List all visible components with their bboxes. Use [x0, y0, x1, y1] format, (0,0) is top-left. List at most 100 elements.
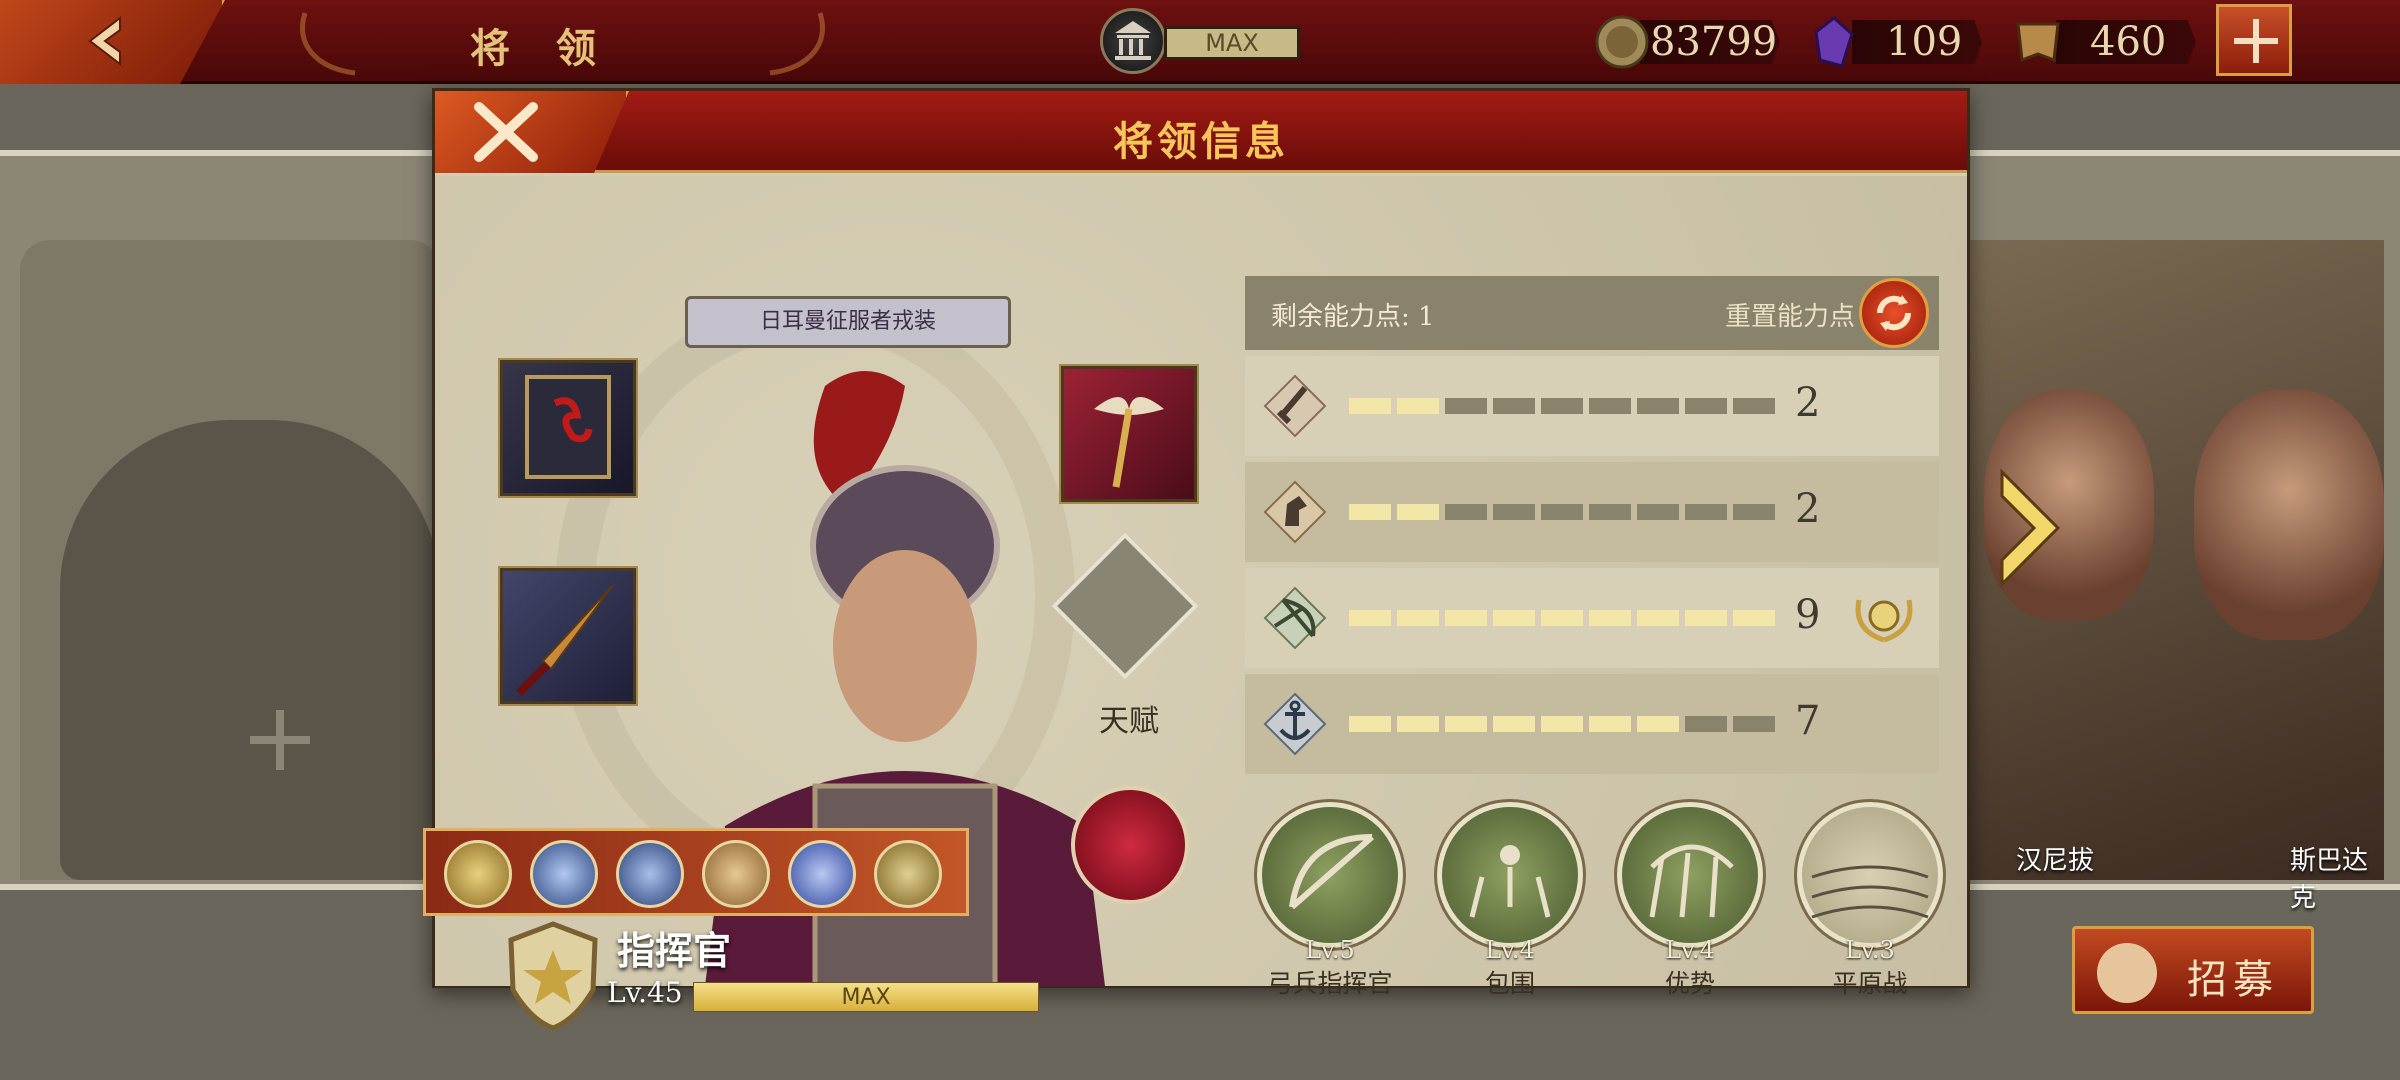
armor-medal-icon[interactable]	[788, 840, 856, 908]
stat-segment	[1397, 610, 1439, 626]
stat-segment	[1589, 398, 1631, 414]
gold-value: 83799	[1640, 20, 1780, 64]
stat-row-infantry[interactable]: 2	[1245, 356, 1939, 456]
level-text: Lv.45	[607, 976, 683, 1009]
stat-segment	[1397, 398, 1439, 414]
shield-medal-icon[interactable]	[444, 840, 512, 908]
skill-level: Lv.3	[1845, 936, 1895, 964]
ability-points-header: 剩余能力点: 1 重置能力点	[1245, 276, 1939, 350]
reset-points-label: 重置能力点	[1725, 302, 1856, 332]
dialog-title: 将领信息	[1113, 118, 1289, 165]
talent-label: 天赋	[1099, 704, 1159, 739]
stat-segment	[1541, 610, 1583, 626]
skill-name: 优势	[1664, 969, 1715, 998]
general-name-spartacus: 斯巴达克	[2290, 846, 2369, 913]
stat-segment	[1589, 610, 1631, 626]
stat-segment	[1349, 716, 1391, 732]
stat-value: 2	[1795, 380, 1821, 426]
stat-segment	[1685, 610, 1727, 626]
stat-value: 9	[1795, 592, 1821, 638]
stat-segment	[1349, 398, 1391, 414]
general-portrait	[2194, 390, 2384, 640]
skill-level: Lv.5	[1305, 936, 1355, 964]
bow-skill-icon	[1254, 799, 1406, 951]
skill-name: 平原战	[1832, 969, 1908, 998]
treasury-max-label: MAX	[1164, 26, 1300, 60]
stat-segment	[1685, 716, 1727, 732]
purple-gem-icon	[1814, 16, 1854, 68]
stat-segment	[1637, 504, 1679, 520]
stat-segment	[1493, 610, 1535, 626]
general-name-hannibal: 汉尼拔	[2016, 846, 2095, 876]
stat-row-archer[interactable]: 9	[1245, 568, 1939, 668]
equipment-banner[interactable]	[498, 358, 638, 498]
stat-segment	[1733, 504, 1775, 520]
spqr-banner-icon	[2016, 22, 2060, 63]
stat-segment	[1349, 504, 1391, 520]
skill-plains-battle[interactable]: Lv.3 平原战	[1793, 799, 1946, 1002]
resource-gold[interactable]: 83799	[1594, 14, 1784, 70]
commander-rank-icon	[508, 921, 598, 1031]
horse-icon	[1263, 480, 1327, 544]
dialog-header: 将领信息	[435, 91, 1967, 173]
stat-row-cavalry[interactable]: 2	[1245, 462, 1939, 562]
refresh-icon	[1876, 295, 1912, 331]
crown-icon[interactable]	[1071, 786, 1189, 904]
skill-encircle[interactable]: Lv.4 包围	[1433, 799, 1586, 1002]
skill-level: Lv.4	[1485, 936, 1535, 964]
skill-archer-commander[interactable]: Lv.5 弓兵指挥官	[1253, 799, 1406, 1002]
next-arrow-icon[interactable]	[1998, 468, 2068, 588]
anchor-icon	[1263, 692, 1327, 756]
equipment-spear[interactable]	[498, 566, 638, 706]
outfit-name[interactable]: 日耳曼征服者戎装	[685, 296, 1011, 348]
reset-points-button[interactable]	[1859, 278, 1929, 348]
recruit-button[interactable]: 招募	[2072, 926, 2314, 1014]
stat-value: 7	[1795, 698, 1821, 744]
stat-segment	[1397, 504, 1439, 520]
stat-segment	[1685, 398, 1727, 414]
add-general-icon[interactable]	[250, 710, 310, 770]
crest-medal-icon[interactable]	[874, 840, 942, 908]
legion-medal-icon[interactable]	[530, 840, 598, 908]
skill-name: 弓兵指挥官	[1267, 969, 1393, 998]
page-title: 将 领	[470, 25, 612, 72]
laurel-icon	[299, 12, 356, 76]
skill-advantage[interactable]: Lv.4 优势	[1613, 799, 1766, 1002]
eagle-medal-icon[interactable]	[616, 840, 684, 908]
stat-segment	[1445, 398, 1487, 414]
gem-value: 109	[1852, 20, 1982, 64]
max-stat-medal-icon	[1855, 599, 1913, 643]
add-resource-button[interactable]	[2216, 4, 2292, 76]
stat-segment	[1445, 504, 1487, 520]
stat-segment	[1349, 610, 1391, 626]
laurel-icon	[769, 12, 826, 76]
general-info-dialog: 将领信息 日耳曼征服者戎装 天赋 指挥官 Lv.45 MAX 剩余能力点: 1 …	[423, 88, 1970, 1031]
scroll-medal-icon[interactable]	[702, 840, 770, 908]
stat-segment	[1589, 716, 1631, 732]
stat-segment	[1589, 504, 1631, 520]
stat-row-navy[interactable]: 7	[1245, 674, 1939, 774]
recruit-label: 招募	[2187, 957, 2279, 1003]
banner-icon	[525, 375, 611, 479]
rank-name: 指挥官	[617, 928, 732, 973]
stat-segment	[1445, 610, 1487, 626]
stat-segment	[1541, 398, 1583, 414]
stat-segment	[1397, 716, 1439, 732]
stat-segment	[1637, 398, 1679, 414]
skill-level: Lv.4	[1665, 936, 1715, 964]
sword-icon	[1263, 374, 1327, 438]
stat-segment	[1637, 610, 1679, 626]
stat-value: 2	[1795, 486, 1821, 532]
back-arrow-icon	[88, 15, 121, 67]
gold-coin-icon	[1595, 15, 1649, 69]
resource-gems[interactable]: 109	[1806, 14, 1986, 70]
stat-segment	[1733, 398, 1775, 414]
experience-bar: MAX	[693, 982, 1039, 1012]
top-bar: 将 领 MAX 83799 109 460	[0, 0, 2400, 84]
back-button[interactable]	[0, 0, 225, 84]
remaining-points: 剩余能力点: 1	[1271, 302, 1435, 332]
stat-segment	[1445, 716, 1487, 732]
resource-spqr[interactable]: 460	[2010, 14, 2200, 70]
treasury-status[interactable]: MAX	[1100, 8, 1300, 76]
temple-icon	[1100, 8, 1166, 74]
